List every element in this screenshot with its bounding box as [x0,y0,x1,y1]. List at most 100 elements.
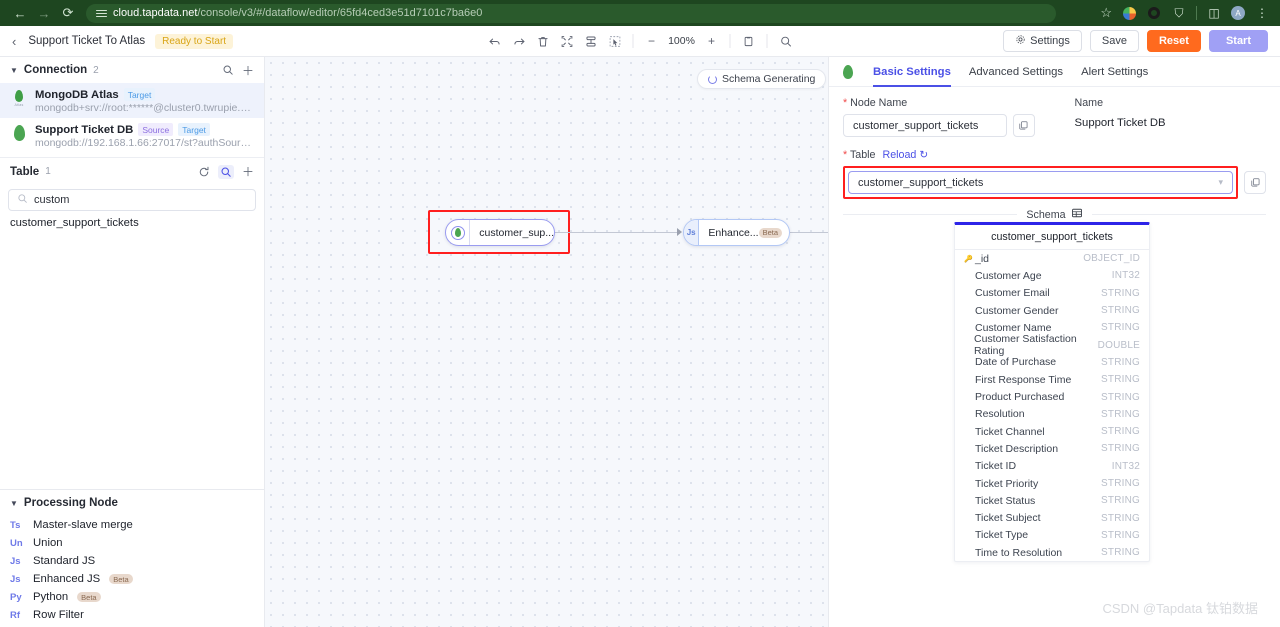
schema-field-row: Resolution STRING [955,406,1149,423]
schema-field-type: OBJECT_ID [1083,253,1140,265]
palette-extension-icon[interactable] [1121,5,1137,21]
schema-field-name: Ticket Description [975,442,1059,455]
flow-edge[interactable] [555,232,679,233]
flow-canvas[interactable]: Schema Generating customer_sup... Js Enh… [265,57,828,627]
connection-name-value: Support Ticket DB [1074,117,1166,129]
node-settings-panel: Basic Settings Advanced Settings Alert S… [828,57,1280,627]
ts-icon: Ts [10,519,21,531]
schema-field-name: Customer Satisfaction Rating [974,333,1077,358]
browser-reload-button[interactable]: ⟳ [56,1,80,25]
schema-field-type: STRING [1101,478,1140,489]
connection-item-support-ticket-db[interactable]: Support Ticket DB Source Target mongodb:… [0,118,264,153]
gear-icon [1015,34,1026,48]
table-label-text: Table [849,149,876,161]
table-select-row: customer_support_tickets ▾ [843,166,1266,199]
processing-section-header[interactable]: ▼ Processing Node [0,490,264,516]
rf-icon: Rf [10,609,21,621]
site-settings-icon[interactable] [96,8,107,19]
connection-count: 2 [93,64,99,76]
processing-item-enhanced-js[interactable]: Js Enhanced JS Beta [0,570,264,588]
node-name-input[interactable]: customer_support_tickets [843,114,1007,137]
chevron-down-icon[interactable]: ▼ [10,499,18,508]
redo-icon[interactable] [508,30,530,52]
search-icon[interactable] [775,30,797,52]
save-button[interactable]: Save [1089,30,1139,52]
connection-actions: ＋ [222,62,254,79]
table-section-title: Table [10,165,40,178]
side-panel-icon[interactable]: ◫ [1206,5,1222,21]
table-field-group: * Table Reload ↻ customer_support_ticket… [843,148,1266,199]
connection-body: MongoDB Atlas Target mongodb+srv://root:… [35,88,254,114]
canvas-node-enhanced-js[interactable]: Js Enhance... Beta [683,219,790,246]
schema-field-name: First Response Time [975,373,1072,386]
table-view-icon[interactable] [1071,207,1083,222]
tab-basic-settings[interactable]: Basic Settings [873,57,951,87]
processing-item-union[interactable]: Un Union [0,534,264,552]
connection-item-mongodb-atlas[interactable]: Atlas MongoDB Atlas Target mongodb+srv:/… [0,83,264,118]
connection-name-field-group: Name Support Ticket DB [1075,97,1267,137]
table-list-item[interactable]: customer_support_tickets [0,211,264,235]
schema-field-name: Customer Age [975,269,1042,282]
circle-extension-icon[interactable] [1146,5,1162,21]
reload-link[interactable]: Reload [883,149,917,161]
reset-button[interactable]: Reset [1146,30,1201,52]
browser-forward-button[interactable]: → [32,1,56,25]
back-button[interactable]: ‹ [12,34,16,49]
chevron-down-icon[interactable]: ▼ [10,66,18,75]
connection-section-header[interactable]: ▼ Connection 2 ＋ [0,57,264,83]
watermark: CSDN @Tapdata 钛铂数据 [1102,601,1258,616]
auto-layout-icon[interactable] [580,30,602,52]
search-icon[interactable] [217,164,234,179]
undo-icon[interactable] [484,30,506,52]
schema-field-type: STRING [1101,547,1140,559]
schema-field-row: Customer Gender STRING [955,302,1149,319]
table-select[interactable]: customer_support_tickets ▾ [848,171,1233,194]
extensions-icon[interactable]: ⛉ [1171,5,1187,21]
schema-field-list: 🔑 _id OBJECT_ID Customer Age INT32 Customer… [955,250,1149,561]
copy-icon[interactable] [1012,114,1035,137]
start-button[interactable]: Start [1208,30,1268,52]
canvas-node-source[interactable]: customer_sup... [445,219,555,246]
mongodb-node-icon [446,220,471,245]
fit-view-icon[interactable] [556,30,578,52]
tab-advanced-settings[interactable]: Advanced Settings [969,57,1063,87]
processing-item-python[interactable]: Py Python Beta [0,588,264,606]
processing-item-label: Standard JS [33,555,96,567]
plus-icon[interactable]: ＋ [242,163,254,180]
search-icon[interactable] [222,64,234,76]
plus-icon[interactable]: ＋ [242,62,254,79]
zoom-in-button[interactable]: + [701,30,723,52]
flow-edge-2[interactable] [790,232,828,233]
browser-address-bar[interactable]: cloud.tapdata.net/console/v3/#/dataflow/… [86,3,1056,23]
reload-icon[interactable]: ↻ [919,149,928,161]
reload-icon[interactable] [198,166,210,178]
connection-uri: mongodb://192.168.1.66:27017/st?authSour… [35,137,254,149]
profile-avatar[interactable]: A [1231,6,1245,20]
schema-field-name: Customer Email [975,287,1050,300]
settings-form: * Node Name customer_support_tickets Nam… [829,87,1280,199]
connection-section-title: Connection [23,64,88,76]
browser-back-button[interactable]: ← [8,1,32,25]
copy-icon[interactable] [1244,171,1266,194]
settings-button[interactable]: Settings [1003,30,1082,52]
delete-icon[interactable] [532,30,554,52]
star-icon[interactable]: ☆ [1100,5,1112,21]
schema-field-type: STRING [1101,374,1140,386]
select-mode-icon[interactable] [604,30,626,52]
processing-item-row-filter[interactable]: Rf Row Filter [0,606,264,627]
processing-item-master-slave-merge[interactable]: Ts Master-slave merge [0,516,264,534]
settings-label: Settings [1030,35,1070,47]
table-search-box[interactable] [8,189,256,211]
processing-item-standard-js[interactable]: Js Standard JS [0,552,264,570]
schema-field-type: STRING [1101,391,1140,403]
table-search-input[interactable] [34,194,247,206]
schema-field-row: Customer Age INT32 [955,267,1149,284]
browser-actions: ☆ ⛉ ◫ A ⋮ [1100,5,1272,21]
clipboard-icon[interactable] [738,30,760,52]
zoom-out-button[interactable]: − [641,30,663,52]
kebab-menu-icon[interactable]: ⋮ [1254,5,1270,21]
chevron-down-icon[interactable]: ▾ [1218,177,1223,188]
schema-field-name: Ticket Type [975,529,1029,542]
node-name-label-text: Node Name [850,97,908,109]
tab-alert-settings[interactable]: Alert Settings [1081,57,1148,87]
